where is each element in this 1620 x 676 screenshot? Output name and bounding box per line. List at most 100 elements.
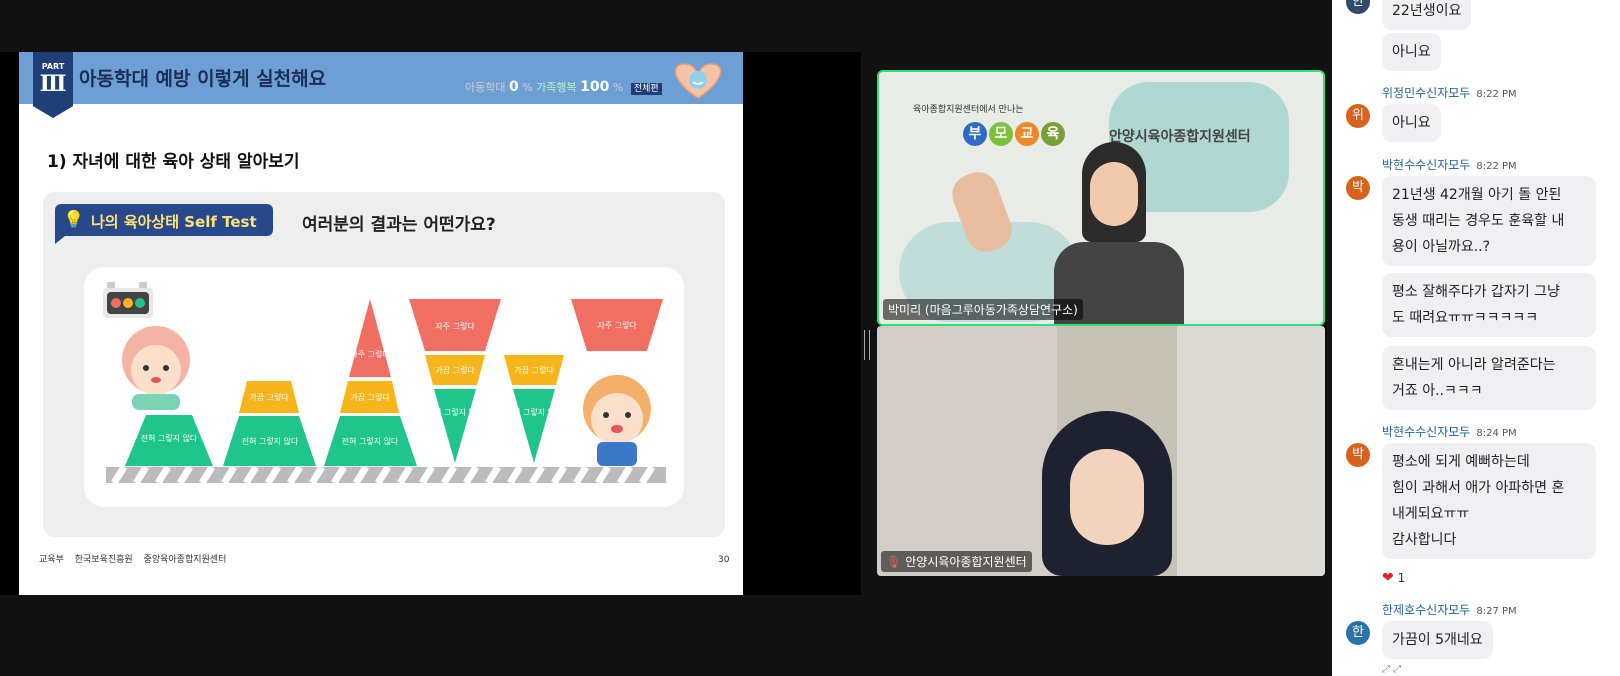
shape-1-label: 전혀 그렇지 않다	[141, 433, 198, 443]
bg-blur	[877, 326, 1057, 576]
timestamp: 8:24 PM	[1476, 428, 1517, 439]
logo-char: 육	[1041, 122, 1065, 146]
shape-3-green-label: 전혀 그렇지 않다	[342, 436, 399, 446]
more-reactions-icon[interactable]: ⤢ ⤢	[1382, 664, 1401, 675]
recipient[interactable]: 모두	[1448, 158, 1470, 172]
chat-sender-line: 위정민수신자모두 8:22 PM	[1382, 84, 1517, 101]
avatar: 박	[1346, 176, 1370, 200]
shape-1-green-trapezoid: 전혀 그렇지 않다	[125, 415, 213, 466]
lightbulb-icon: 💡	[63, 210, 85, 230]
abuse-label: 아동학대	[465, 81, 506, 94]
message-line: 평소에 되게 예뻐하는데	[1392, 454, 1530, 470]
shape-2-yellow-label: 가끔 그렇다	[249, 392, 289, 402]
panel-splitter-handle[interactable]	[864, 330, 870, 360]
parent-edu-logo: 부모교육	[963, 122, 1067, 146]
part-number: Ⅲ	[39, 71, 67, 97]
slide-footer: 교육부 한국보육진흥원 중앙육아종합지원센터	[39, 552, 234, 572]
edition-badge: 전체편	[630, 83, 662, 95]
selftest-label: 나의 육아상태 Self Test	[91, 213, 257, 231]
ground-stripe	[106, 465, 666, 485]
parenting-state-diagram: 전혀 그렇지 않다 가끔 그렇다 전혀 그렇지 않다 자주 그렇다 가끔 그렇다…	[106, 299, 666, 485]
mic-muted-icon: 🎙	[886, 555, 902, 569]
speaker-figure	[1054, 142, 1184, 324]
sender-name: 박현수	[1382, 158, 1416, 172]
shape-6-red-label: 자주 그렇다	[597, 320, 637, 330]
sender-name: 한제호	[1382, 603, 1416, 617]
presentation-slide: PART Ⅲ 아동학대 예방 이렇게 실천해요 아동학대 0 % 가족행복 10…	[19, 52, 743, 595]
chat-message: 아니요	[1382, 104, 1441, 142]
slide-title: 아동학대 예방 이렇게 실천해요	[79, 68, 327, 90]
shape-6-red-trapezoid: 자주 그렇다	[571, 299, 663, 351]
chat-message: 21년생 42개월 아기 돌 안된 동생 때리는 경우도 훈육할 내 용이 아닐…	[1382, 176, 1596, 266]
heart-icon: ❤	[1382, 570, 1394, 586]
video-tile-participant[interactable]: 🎙 안양시육아종합지원센터	[877, 326, 1325, 576]
happy-label: 가족행복	[536, 81, 577, 94]
message-line: 내게되요ㅠㅠ	[1392, 506, 1470, 522]
shape-5-inverted: 가끔 그렇다 전혀 그렇지 않다	[504, 355, 564, 463]
parent-edu-logo-small: 육아종합지원센터에서 만나는	[913, 105, 1024, 115]
shared-screen: PART Ⅲ 아동학대 예방 이렇게 실천해요 아동학대 0 % 가족행복 10…	[0, 52, 861, 595]
message-line: 평소 잘해주다가 갑자기 그냥	[1392, 284, 1560, 300]
avatar: 한	[1346, 0, 1370, 14]
avatar: 위	[1346, 104, 1370, 128]
logo-char: 부	[963, 122, 987, 146]
timestamp: 8:22 PM	[1476, 161, 1517, 172]
chat-message: 혼내는게 아니라 알려준다는 거죠 아..ㅋㅋㅋ	[1382, 346, 1596, 410]
recipient[interactable]: 모두	[1448, 425, 1470, 439]
child-left-illustration	[122, 326, 190, 410]
sender-name: 박현수	[1382, 425, 1416, 439]
selftest-badge: 💡 나의 육아상태 Self Test	[55, 204, 273, 244]
message-line: 감사합니다	[1392, 532, 1457, 548]
chat-message: 아니요	[1382, 33, 1441, 71]
video-tile-speaker[interactable]: 육아종합지원센터에서 만나는 부모교육 안양시육아종합지원센터 박미리 (마음그…	[877, 70, 1325, 326]
sender-name: 위정민	[1382, 86, 1416, 100]
timestamp: 8:22 PM	[1476, 89, 1517, 100]
speaker-name-tag: 박미리 (마음그루아동가족상담연구소)	[883, 299, 1083, 320]
section-subtitle: 1) 자녀에 대한 육아 상태 알아보기	[47, 152, 300, 172]
chat-message: 평소 잘해주다가 갑자기 그냥 도 때려요ㅠㅠㅋㅋㅋㅋㅋ	[1382, 273, 1596, 337]
page-number: 30	[718, 555, 730, 565]
abuse-value: 0	[508, 79, 519, 95]
heart-hands-icon	[674, 63, 722, 99]
participant-name: 안양시육아종합지원센터	[905, 555, 1027, 569]
logo-char: 교	[1015, 122, 1039, 146]
recipient[interactable]: 모두	[1448, 86, 1470, 100]
message-line: 동생 때리는 경우도 훈육할 내	[1392, 213, 1565, 229]
recipient-prefix: 수신자	[1415, 425, 1449, 439]
shape-5-green-label: 전혀 그렇지 않다	[506, 407, 563, 417]
message-line: 혼내는게 아니라 알려준다는	[1392, 357, 1556, 373]
chat-message: 평소에 되게 예뻐하는데 힘이 과해서 애가 아파하면 혼 내게되요ㅠㅠ 감사합…	[1382, 443, 1596, 559]
part-label: PART	[41, 62, 65, 71]
footer-org-3: 중앙육아종합지원센터	[143, 555, 227, 565]
shape-4-yellow-label: 가끔 그렇다	[435, 365, 475, 375]
shape-3-triangle: 자주 그렇다 가끔 그렇다 전혀 그렇지 않다	[324, 299, 417, 466]
message-line: 힘이 과해서 애가 아파하면 혼	[1392, 480, 1565, 496]
recipient[interactable]: 모두	[1448, 603, 1470, 617]
timestamp: 8:27 PM	[1476, 606, 1517, 617]
question-text: 여러분의 결과는 어떤가요?	[302, 215, 496, 235]
chat-message: 22년생이요	[1382, 0, 1472, 30]
shape-4-inverted: 자주 그렇다 가끔 그렇다 전혀 그렇지 않다	[409, 299, 501, 463]
message-line: 도 때려요ㅠㅠㅋㅋㅋㅋㅋ	[1392, 310, 1539, 326]
shape-4-green-label: 전혀 그렇지 않다	[427, 407, 484, 417]
recipient-prefix: 수신자	[1415, 86, 1449, 100]
shape-2: 가끔 그렇다 전혀 그렇지 않다	[223, 381, 316, 466]
reaction-count: 1	[1397, 571, 1406, 585]
chat-panel: 한 22년생이요 아니요 위정민수신자모두 8:22 PM 위 아니요 박현수수신…	[1332, 0, 1620, 676]
chat-message: 가끔이 5개네요	[1382, 621, 1493, 659]
child-right-illustration	[583, 375, 651, 466]
avatar: 박	[1346, 443, 1370, 467]
chat-sender-line: 박현수수신자모두 8:22 PM	[1382, 156, 1517, 173]
participant-name-tag: 🎙 안양시육아종합지원센터	[881, 551, 1032, 572]
reaction-heart[interactable]: ❤ 1	[1382, 570, 1405, 586]
recipient-prefix: 수신자	[1415, 158, 1449, 172]
footer-org-1: 교육부	[39, 555, 64, 565]
shape-5-yellow-label: 가끔 그렇다	[514, 365, 554, 375]
chat-sender-line: 한제호수신자모두 8:27 PM	[1382, 601, 1517, 618]
logo-char: 모	[989, 122, 1013, 146]
bg-blur	[1177, 326, 1325, 576]
chat-sender-line: 박현수수신자모두 8:24 PM	[1382, 423, 1517, 440]
message-line: 거죠 아..ㅋㅋㅋ	[1392, 383, 1483, 399]
footer-org-2: 한국보육진흥원	[74, 555, 133, 565]
recipient-prefix: 수신자	[1415, 603, 1449, 617]
